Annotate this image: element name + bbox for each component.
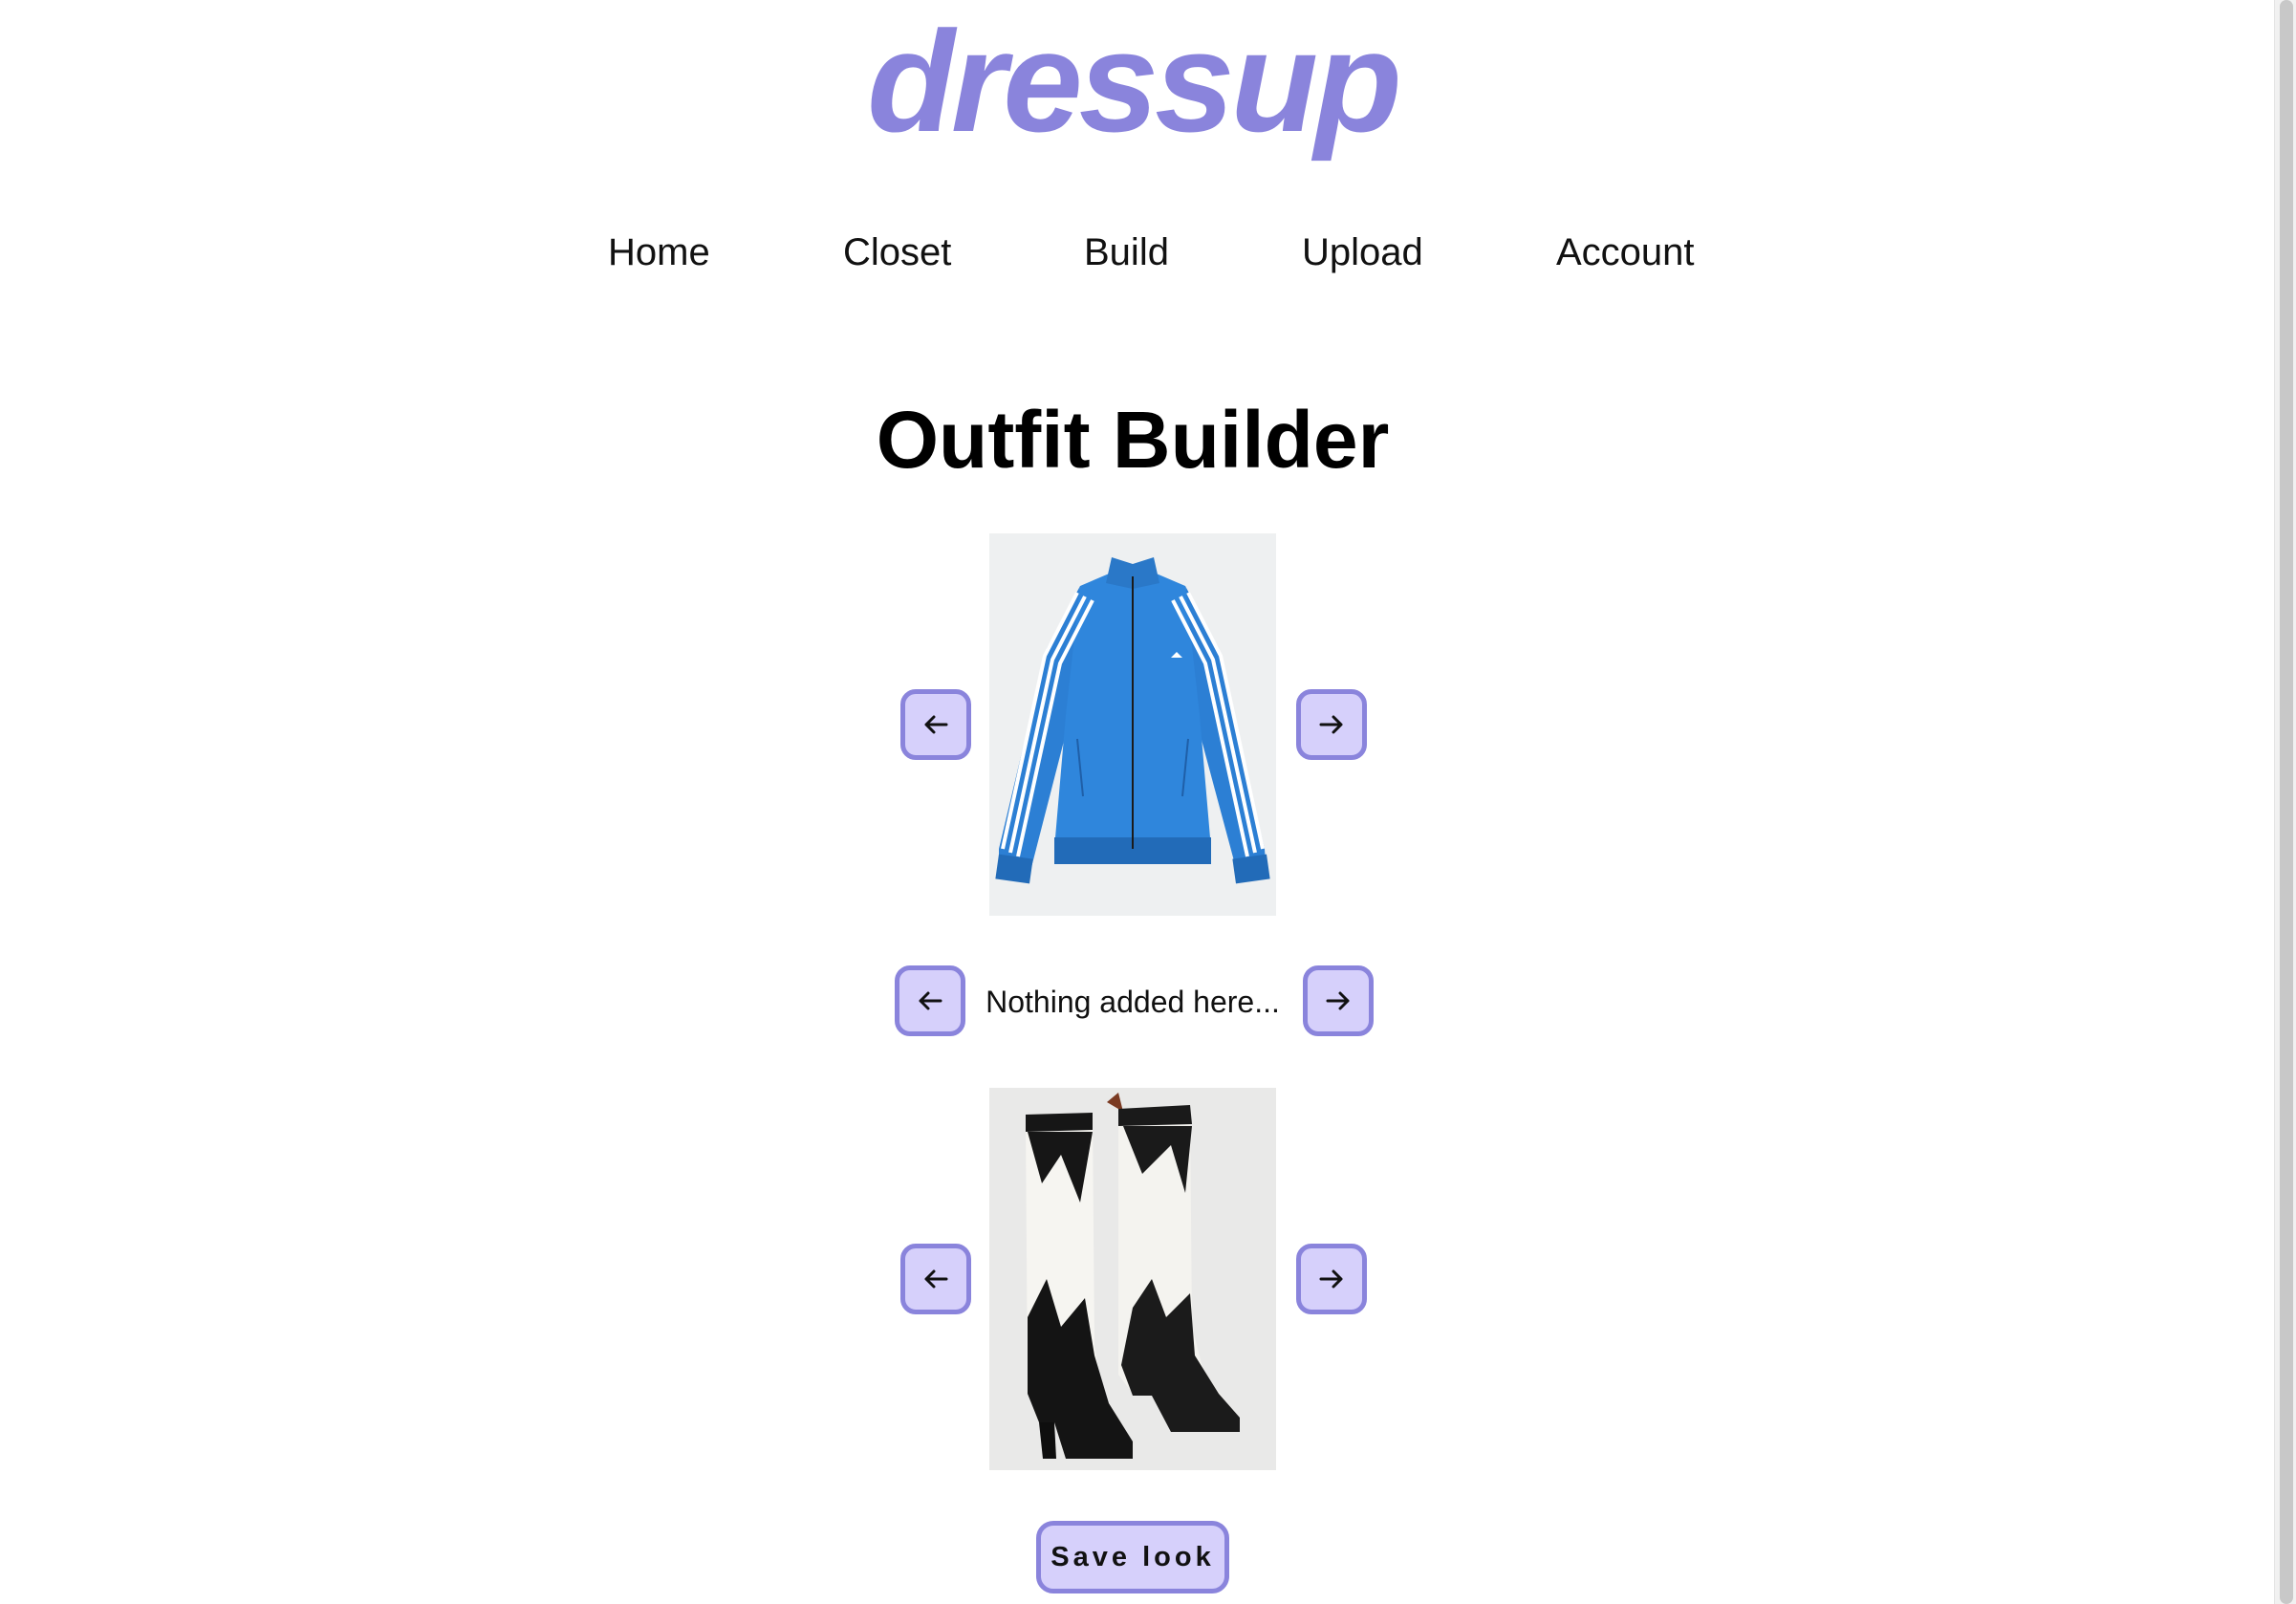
scrollbar-thumb[interactable]: [2280, 0, 2293, 1604]
nav-item-home[interactable]: Home: [608, 224, 710, 281]
arrow-left-icon: [924, 715, 948, 734]
nav-item-upload[interactable]: Upload: [1302, 224, 1423, 281]
middle-next-button[interactable]: [1303, 965, 1374, 1036]
page-title: Outfit Builder: [876, 395, 1390, 485]
top-item-row: [0, 533, 2265, 916]
empty-slot-text: Nothing added here...: [986, 985, 1280, 1019]
track-jacket-image: [989, 533, 1276, 916]
arrow-right-icon: [1326, 991, 1350, 1010]
arrow-left-icon: [919, 991, 942, 1010]
top-next-button[interactable]: [1296, 689, 1367, 760]
app-root: dressup Home Closet Build Upload Account…: [0, 0, 2296, 1604]
arrow-right-icon: [1319, 1269, 1343, 1289]
save-look-button[interactable]: Save look: [1036, 1521, 1229, 1593]
middle-prev-button[interactable]: [895, 965, 965, 1036]
scrollbar-track[interactable]: [2274, 0, 2296, 1604]
arrow-left-icon: [924, 1269, 948, 1289]
dressup-logo[interactable]: dressup: [0, 0, 2265, 163]
shoes-item-image: [989, 1088, 1276, 1470]
western-boots-image: [989, 1088, 1276, 1470]
top-item-image: [989, 533, 1276, 916]
arrow-right-icon: [1319, 715, 1343, 734]
nav-item-account[interactable]: Account: [1556, 224, 1695, 281]
nav-item-closet[interactable]: Closet: [843, 224, 951, 281]
middle-item-row: Nothing added here...: [0, 965, 2265, 1042]
shoes-prev-button[interactable]: [900, 1244, 971, 1314]
shoes-next-button[interactable]: [1296, 1244, 1367, 1314]
nav-item-build[interactable]: Build: [1084, 224, 1169, 281]
main-nav: Home Closet Build Upload Account: [0, 224, 2265, 281]
shoes-item-row: [0, 1088, 2265, 1470]
top-prev-button[interactable]: [900, 689, 971, 760]
